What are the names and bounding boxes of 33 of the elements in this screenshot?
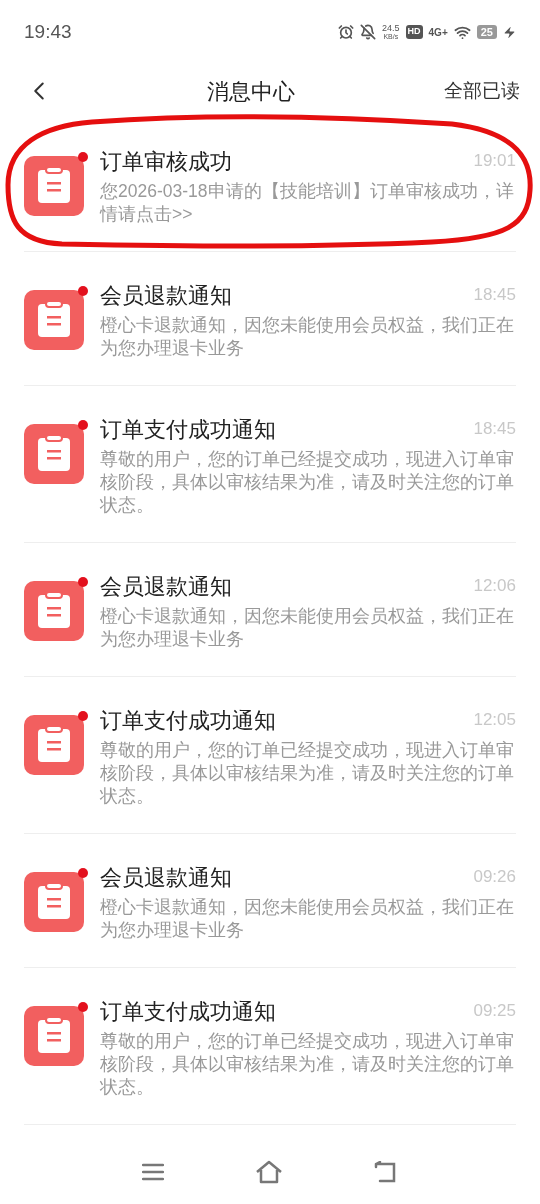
clipboard-icon xyxy=(24,715,84,775)
clipboard-icon xyxy=(24,872,84,932)
network-type: 4G+ xyxy=(428,25,448,40)
message-title: 订单支付成功通知 xyxy=(100,706,277,735)
message-body: 尊敬的用户，您的订单已经提交成功，现进入订单审核阶段，具体以审核结果为准，请及时关注您的订单状态。 xyxy=(100,1030,515,1099)
message-body: 尊敬的用户，您的订单已经提交成功，现进入订单审核阶段，具体以审核结果为准，请及时关注您的订单状态。 xyxy=(100,448,515,517)
home-icon[interactable] xyxy=(255,1160,283,1184)
message-title: 订单审核成功 xyxy=(100,147,233,176)
clipboard-icon xyxy=(24,581,84,641)
message-body: 尊敬的用户，您的订单已经提交成功，现进入订单审核阶段，具体以审核结果为准，请及时关注您的订单状态。 xyxy=(100,739,515,808)
mark-all-read-button[interactable]: 全部已读 xyxy=(444,76,520,106)
message-title: 会员退款通知 xyxy=(100,281,233,310)
menu-icon[interactable] xyxy=(141,1163,164,1181)
hd-badge: HD xyxy=(405,25,423,39)
charging-icon xyxy=(503,25,516,39)
clipboard-icon xyxy=(24,290,84,350)
battery-level: 25 xyxy=(476,25,497,39)
clock-time: 19:43 xyxy=(24,19,72,44)
bell-off-icon xyxy=(360,24,377,40)
net-speed: 24.5 xyxy=(382,24,400,33)
message-body: 橙心卡退款通知，因您未能使用会员权益，我们正在为您办理退卡业务 xyxy=(100,314,515,360)
message-title: 订单支付成功通知 xyxy=(100,997,277,1026)
clipboard-icon xyxy=(24,156,84,216)
page-title: 消息中心 xyxy=(207,77,295,106)
clipboard-icon xyxy=(24,1006,84,1066)
message-body: 您2026-03-18申请的【技能培训】订单审核成功，详情请点击>> xyxy=(100,180,515,226)
message-body: 橙心卡退款通知，因您未能使用会员权益，我们正在为您办理退卡业务 xyxy=(100,605,515,651)
message-title: 会员退款通知 xyxy=(100,572,233,601)
message-title: 会员退款通知 xyxy=(100,863,233,892)
alarm-icon xyxy=(338,24,355,40)
clipboard-icon xyxy=(24,424,84,484)
message-body: 橙心卡退款通知，因您未能使用会员权益，我们正在为您办理退卡业务 xyxy=(100,896,515,942)
message-title: 订单支付成功通知 xyxy=(100,415,277,444)
